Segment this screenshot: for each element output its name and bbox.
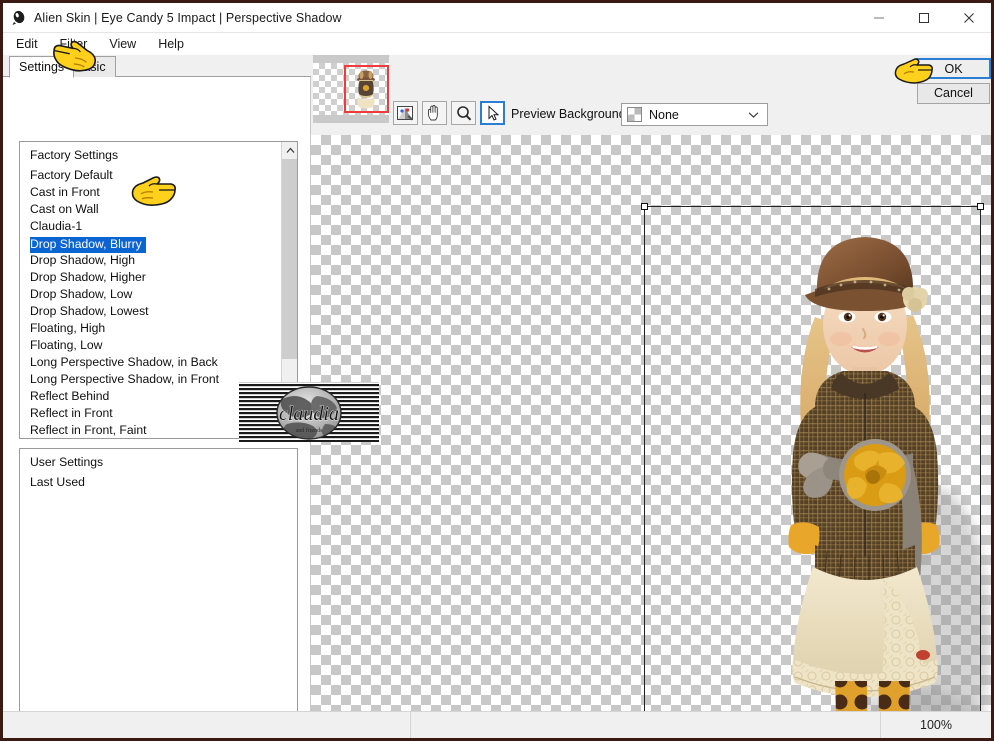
window-controls [856, 3, 991, 33]
application-window: Alien Skin | Eye Candy 5 Impact | Perspe… [0, 0, 994, 741]
list-item[interactable]: Long Perspective Shadow, in Front [20, 371, 282, 388]
list-item[interactable]: Claudia-1 [20, 218, 282, 235]
list-item[interactable]: Long Perspective Shadow, in Back [20, 354, 282, 371]
menu-edit[interactable]: Edit [13, 35, 47, 53]
factory-settings-listbox[interactable]: Factory Settings Factory Default Cast in… [19, 141, 298, 439]
menu-bar: Edit Filter View Help [3, 33, 991, 55]
cancel-button[interactable]: Cancel [917, 83, 990, 104]
settings-panel-body: Factory Settings Factory Default Cast in… [3, 77, 311, 738]
status-segment-middle [411, 712, 881, 738]
selection-handle-top-right[interactable] [977, 203, 984, 210]
user-settings-listbox[interactable]: User Settings Last Used [19, 448, 298, 738]
list-item[interactable]: Reflect in Front, Faint [20, 422, 282, 438]
selection-edge-right [980, 206, 981, 738]
status-segment-left [3, 712, 411, 738]
list-item-selected-wrap: Drop Shadow, Blurry [20, 235, 282, 253]
zoom-level-indicator[interactable]: 100% [881, 712, 991, 738]
list-item[interactable]: Drop Shadow, Low [20, 286, 282, 303]
settings-panel: Settings Basic Factory Settings Factory … [3, 55, 379, 738]
window-title: Alien Skin | Eye Candy 5 Impact | Perspe… [34, 10, 342, 25]
preview-panel: Preview Background: None OK Cancel [311, 55, 991, 738]
factory-list-scrollbar[interactable] [281, 142, 297, 438]
list-item[interactable]: Floating, High [20, 320, 282, 337]
arrow-select-icon[interactable] [480, 101, 505, 125]
maximize-button[interactable] [901, 3, 946, 33]
list-item[interactable]: Floating, Low [20, 337, 282, 354]
menu-view[interactable]: View [106, 35, 145, 53]
close-button[interactable] [946, 3, 991, 33]
preview-canvas[interactable] [311, 135, 991, 738]
chevron-down-icon[interactable] [748, 111, 759, 119]
preview-background-select[interactable]: None [621, 103, 768, 126]
alien-skin-icon [11, 10, 27, 26]
list-item[interactable]: Cast in Front [20, 184, 282, 201]
list-item[interactable]: Reflect in Front [20, 405, 282, 422]
transparent-swatch-icon [627, 107, 642, 122]
title-bar: Alien Skin | Eye Candy 5 Impact | Perspe… [3, 3, 991, 33]
tab-strip: Settings Basic [3, 55, 311, 78]
list-group-header-factory: Factory Settings [30, 148, 119, 162]
preview-background-value: None [649, 107, 679, 122]
tab-settings[interactable]: Settings [9, 56, 75, 78]
navigator-viewport-rect[interactable] [344, 65, 389, 113]
scroll-up-icon[interactable] [282, 142, 297, 159]
preview-background-label: Preview Background: [511, 107, 630, 121]
list-item[interactable]: Drop Shadow, Higher [20, 269, 282, 286]
list-item[interactable]: Factory Default [20, 167, 282, 184]
list-item[interactable]: Reflect Behind [20, 388, 282, 405]
navigator-thumbnail[interactable] [313, 55, 389, 123]
list-item[interactable]: Last Used [20, 474, 282, 491]
user-settings-list: User Settings Last Used [20, 449, 282, 738]
ok-button[interactable]: OK [916, 58, 991, 79]
factory-settings-list: Factory Settings Factory Default Cast in… [20, 142, 282, 438]
status-bar: 100% [3, 711, 991, 738]
menu-filter[interactable]: Filter [57, 35, 97, 53]
scrollbar-thumb[interactable] [282, 159, 297, 359]
preview-tools [393, 101, 509, 125]
list-item-selected[interactable]: Drop Shadow, Blurry [30, 237, 146, 253]
list-item[interactable]: Cast on Wall [20, 201, 282, 218]
list-item[interactable]: Drop Shadow, Lowest [20, 303, 282, 320]
selection-handle-top-left[interactable] [641, 203, 648, 210]
compare-split-icon[interactable] [393, 101, 418, 125]
minimize-button[interactable] [856, 3, 901, 33]
magnifier-zoom-icon[interactable] [451, 101, 476, 125]
hand-pan-icon[interactable] [422, 101, 447, 125]
menu-help[interactable]: Help [155, 35, 193, 53]
list-group-header-user: User Settings [30, 455, 104, 469]
preview-image [763, 207, 990, 738]
list-item[interactable]: Drop Shadow, High [20, 252, 282, 269]
